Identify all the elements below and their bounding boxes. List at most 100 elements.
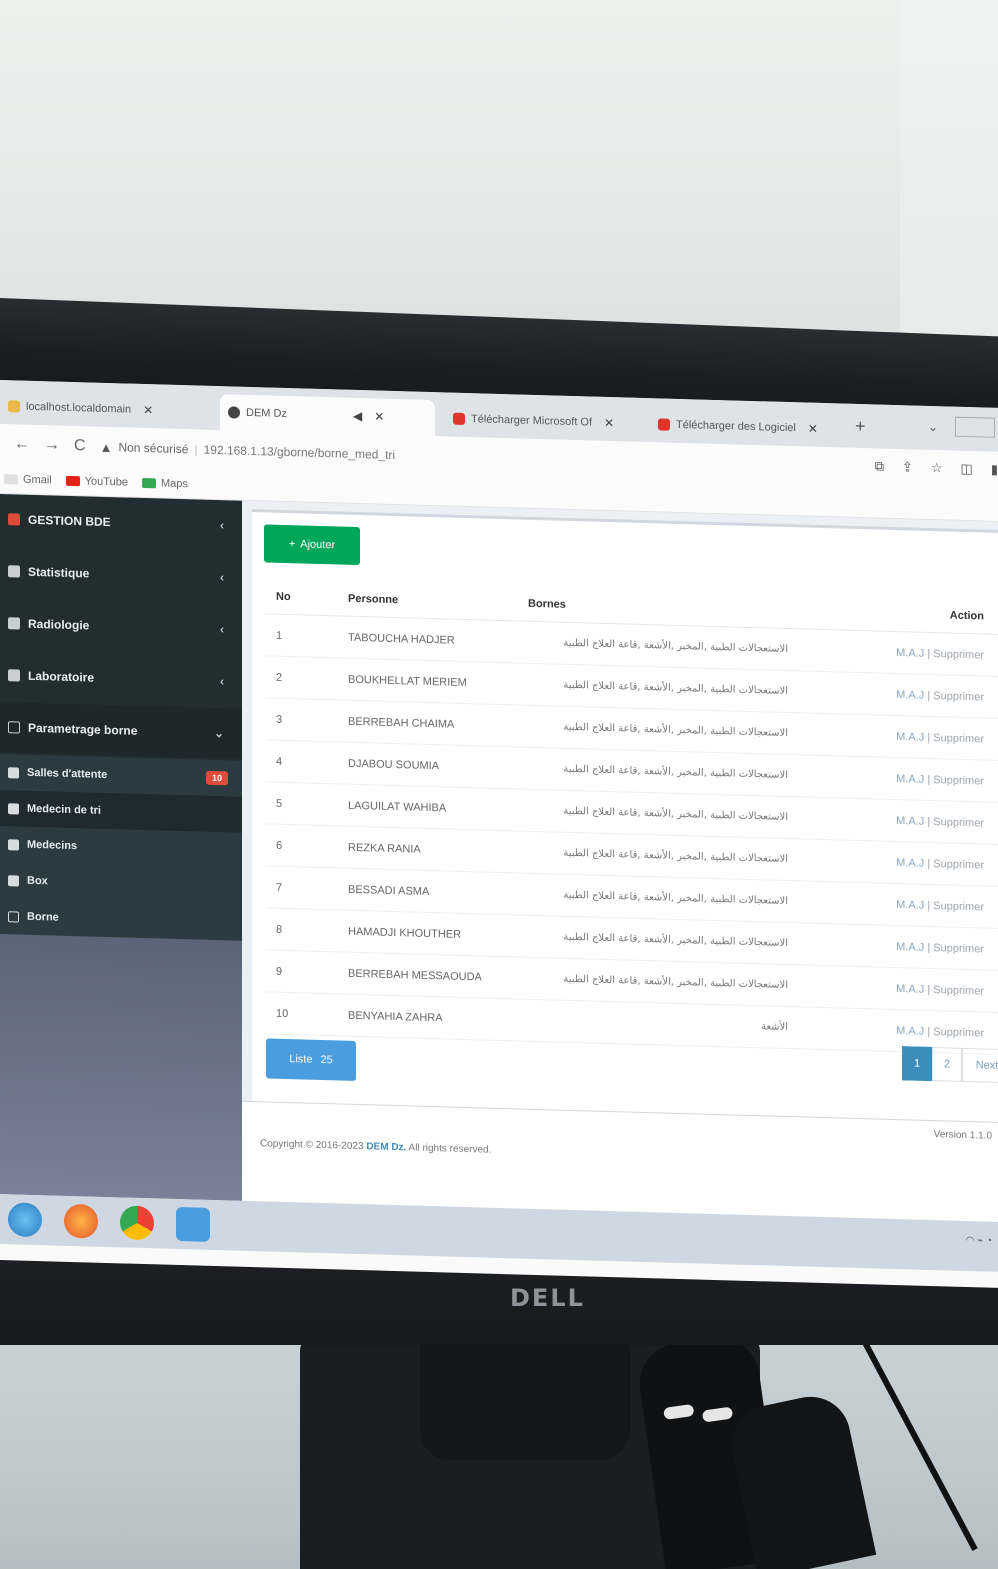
edit-link[interactable]: M.A.J [896, 983, 924, 996]
cell-action: M.A.J | Supprimer [896, 982, 984, 997]
page-2-button[interactable]: 2 [932, 1047, 962, 1082]
firefox-icon[interactable] [64, 1203, 98, 1239]
bookmark-gmail[interactable]: Gmail [4, 473, 52, 486]
cell-no: 10 [276, 1007, 289, 1020]
close-icon[interactable]: ✕ [374, 409, 384, 423]
users-icon [8, 766, 19, 779]
sidebar-subitem-label: Medecin de tri [27, 802, 101, 817]
cell-no: 7 [276, 881, 283, 894]
chevron-left-icon: ‹ [220, 518, 224, 533]
share-icon[interactable]: ⇪ [902, 459, 913, 475]
sidebar-item-statistique[interactable]: Statistique ‹ [0, 546, 242, 603]
medecin-table: No Personne Bornes Action 1 TABOUCHA HADJ… [266, 578, 998, 1055]
cell-bornes: الاستعجالات الطبية ,المخبر ,الأشعة ,قاعة… [563, 973, 788, 992]
delete-link[interactable]: Supprimer [933, 774, 984, 787]
tab-telecharger-office[interactable]: Télécharger Microsoft Of ✕ [445, 400, 645, 442]
edit-link[interactable]: M.A.J [896, 941, 924, 954]
column-header-bornes[interactable]: Bornes [528, 597, 808, 617]
tab-localhost[interactable]: localhost.localdomain ✕ [0, 388, 215, 430]
speaker-icon[interactable]: ◀ [353, 409, 362, 423]
side-panel-icon[interactable]: ◫ [961, 461, 973, 477]
sidebar-item-radiologie[interactable]: Radiologie ‹ [0, 598, 242, 655]
page-1-button[interactable]: 1 [902, 1046, 932, 1082]
column-header-personne[interactable]: Personne [348, 592, 528, 609]
company-link[interactable]: DEM Dz. [366, 1141, 406, 1153]
edit-link[interactable]: M.A.J [896, 773, 924, 786]
chevron-down-icon[interactable]: ⌄ [928, 420, 938, 434]
separator: | [194, 442, 198, 457]
tab-telecharger-logiciels[interactable]: Télécharger des Logiciel ✕ [650, 406, 850, 448]
column-header-action[interactable]: Action [808, 605, 998, 622]
cell-bornes: الاستعجالات الطبية ,المخبر ,الأشعة ,قاعة… [563, 847, 788, 866]
delete-link[interactable]: Supprimer [933, 900, 984, 913]
cell-no: 4 [276, 755, 283, 768]
sidebar-subitem-label: Salles d'attente [27, 766, 108, 781]
cell-action: M.A.J | Supprimer [896, 940, 984, 955]
plus-icon: + [288, 538, 296, 551]
start-icon[interactable] [8, 1202, 42, 1238]
delete-link[interactable]: Supprimer [933, 732, 984, 745]
system-tray: ◠ ⌁ ◔ [965, 1234, 992, 1247]
reload-icon[interactable]: C [74, 437, 86, 455]
edit-link[interactable]: M.A.J [896, 731, 924, 744]
delete-link[interactable]: Supprimer [933, 816, 984, 829]
security-label: Non sécurisé [118, 440, 189, 457]
bookmark-maps[interactable]: Maps [141, 476, 188, 490]
cell-personne: TABOUCHA HADJER [348, 631, 455, 647]
tab-label: DEM Dz [246, 406, 287, 421]
cell-personne: HAMADJI KHOUTHER [348, 925, 462, 941]
sidebar-submenu: Salles d'attente 10 Medecin de tri Medec… [0, 754, 242, 941]
sidebar-fill [0, 924, 242, 1201]
forward-icon[interactable]: → [44, 436, 60, 454]
tab-dem-dz[interactable]: DEM Dz ◀ ✕ [220, 394, 435, 437]
close-icon[interactable]: ✕ [808, 422, 818, 436]
profile-icon[interactable]: ▮ [991, 462, 998, 478]
chrome-icon[interactable] [120, 1205, 154, 1241]
cell-personne: BESSADI ASMA [348, 883, 430, 898]
delete-link[interactable]: Supprimer [933, 984, 984, 997]
edit-link[interactable]: M.A.J [896, 815, 924, 828]
page-size-select[interactable]: Liste 25 [266, 1038, 356, 1081]
edit-link[interactable]: M.A.J [896, 689, 924, 702]
back-icon[interactable]: ← [14, 435, 30, 453]
wall-right [900, 0, 998, 340]
app-icon[interactable] [176, 1206, 210, 1242]
sidebar-item-gestion-bde[interactable]: GESTION BDE ‹ [0, 494, 242, 551]
table-body: 1 TABOUCHA HADJER الاستعجالات الطبية ,المخ… [266, 614, 998, 1055]
cell-action: M.A.J | Supprimer [896, 772, 984, 787]
add-button[interactable]: + Ajouter [264, 524, 360, 566]
omnibox[interactable]: ▲ Non sécurisé | 192.168.1.13/gborne/bor… [100, 439, 396, 462]
new-tab-icon[interactable]: + [855, 416, 866, 437]
star-icon[interactable]: ☆ [931, 460, 943, 476]
cell-no: 9 [276, 965, 283, 978]
bookmark-youtube[interactable]: YouTube [65, 474, 128, 489]
cell-action: M.A.J | Supprimer [896, 730, 984, 745]
edit-link[interactable]: M.A.J [896, 857, 924, 870]
next-page-button[interactable]: Next [962, 1047, 998, 1084]
close-icon[interactable]: ✕ [604, 416, 614, 430]
sidebar-subitem-label: Borne [27, 910, 59, 924]
sidebar-item-laboratoire[interactable]: Laboratoire ‹ [0, 650, 242, 707]
edit-link[interactable]: M.A.J [896, 899, 924, 912]
window-control-icon[interactable] [955, 416, 995, 438]
pagination: 1 2 Next [902, 1046, 998, 1084]
translate-icon[interactable]: ⧉ [875, 458, 884, 474]
cell-bornes: الاستعجالات الطبية ,المخبر ,الأشعة ,قاعة… [563, 805, 788, 824]
edit-link[interactable]: M.A.J [896, 647, 924, 660]
sidebar-subitem-borne[interactable]: Borne [0, 898, 242, 941]
delete-link[interactable]: Supprimer [933, 1026, 984, 1039]
column-header-no[interactable]: No [266, 590, 348, 604]
delete-link[interactable]: Supprimer [933, 648, 984, 661]
delete-link[interactable]: Supprimer [933, 858, 984, 871]
delete-link[interactable]: Supprimer [933, 942, 984, 955]
lab-icon [8, 669, 20, 682]
sidebar-item-parametrage-borne[interactable]: Parametrage borne ⌄ [0, 702, 242, 759]
bookmark-label: YouTube [84, 474, 128, 489]
cell-personne: REZKA RANIA [348, 841, 421, 856]
cell-personne: BERREBAH CHAIMA [348, 715, 455, 731]
edit-link[interactable]: M.A.J [896, 1025, 924, 1038]
delete-link[interactable]: Supprimer [933, 690, 984, 703]
close-icon[interactable]: ✕ [143, 403, 153, 417]
cell-no: 5 [276, 797, 283, 810]
youtube-icon [65, 475, 80, 486]
